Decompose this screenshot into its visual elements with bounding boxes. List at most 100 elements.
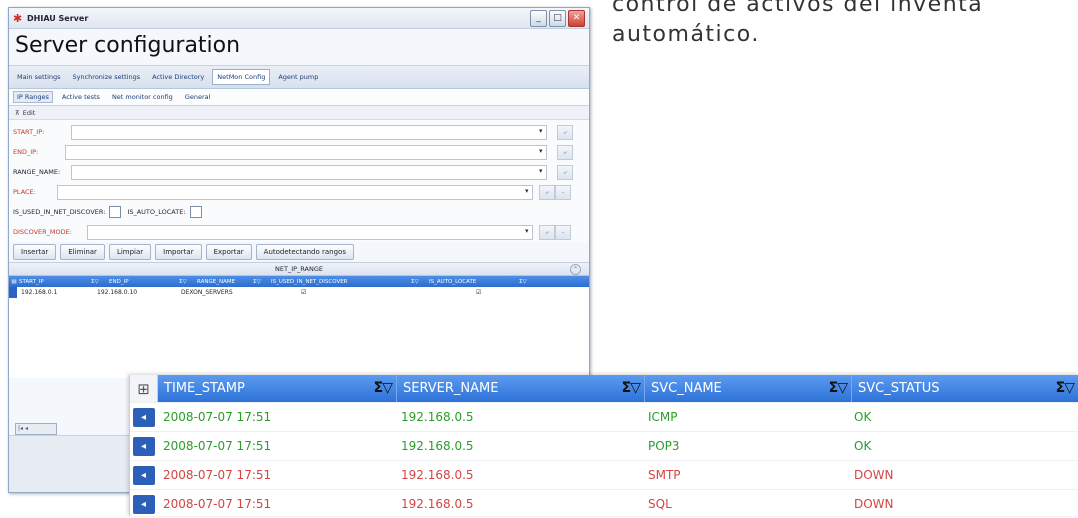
close-button[interactable]: ✕ [568, 10, 585, 27]
lookup-icon[interactable]: ⤶ [539, 185, 555, 200]
range-name-input[interactable] [71, 165, 547, 180]
is-used-checkbox[interactable] [109, 206, 122, 218]
table-row[interactable]: ◂ 2008-07-07 17:51 192.168.0.5 SQL DOWN [130, 489, 1078, 518]
row-arrow-icon: ◂ [132, 436, 155, 456]
caption: control de activos del inventa automátic… [612, 0, 1078, 50]
col-server-name-label: SERVER_NAME [403, 381, 499, 396]
clear-button[interactable]: Limpiar [108, 244, 152, 260]
col-svc-status[interactable]: SVC_STATUS Σ▽ [852, 375, 1078, 402]
row-marker[interactable]: ◂ [130, 403, 157, 431]
delete-button[interactable]: Eliminar [60, 244, 105, 260]
tab-synchronize-settings[interactable]: Synchronize settings [69, 70, 145, 84]
start-ip-input[interactable] [71, 125, 547, 140]
row-arrow-icon: ◂ [132, 465, 155, 485]
title-bar[interactable]: ✱ DHIAU Server _ □ ✕ [9, 8, 589, 29]
row-marker[interactable]: ◂ [130, 432, 157, 460]
cell-svc-status: OK [854, 439, 872, 453]
row-marker[interactable]: ◂ [130, 490, 157, 518]
tab-ip-ranges[interactable]: IP Ranges [13, 91, 53, 103]
is-auto-label: IS_AUTO_LOCATE: [127, 208, 186, 216]
place-input[interactable] [57, 185, 533, 200]
edit-bar[interactable]: ⊼ Edit [9, 106, 589, 120]
chevron-down-icon[interactable]: ▾ [539, 127, 543, 135]
range-name-label: RANGE_NAME: [13, 168, 61, 176]
sum-filter-icon[interactable]: Σ▽ [1056, 380, 1075, 396]
lookup-icon[interactable]: ⤶ [557, 165, 573, 180]
col-svc-status-label: SVC_STATUS [858, 381, 940, 396]
sum-filter-icon[interactable]: Σ▽ [91, 279, 109, 285]
discover-mode-input[interactable] [87, 225, 533, 240]
chevron-down-icon[interactable]: ▾ [539, 147, 543, 155]
cell-end-ip: 192.168.0.10 [97, 289, 138, 296]
chevron-down-icon[interactable]: ▾ [539, 167, 543, 175]
col-is-used[interactable]: IS_USED_IN_NET_DISCOVER [271, 279, 411, 285]
sum-filter-icon[interactable]: Σ▽ [829, 380, 848, 396]
action-buttons: Insertar Eliminar Limpiar Importar Expor… [9, 242, 589, 263]
col-range-name[interactable]: RANGE_NAME [197, 279, 253, 285]
col-server-name[interactable]: SERVER_NAME Σ▽ [397, 375, 645, 402]
tab-active-directory[interactable]: Active Directory [148, 70, 208, 84]
is-auto-checkbox[interactable] [189, 206, 202, 218]
col-svc-name[interactable]: SVC_NAME Σ▽ [645, 375, 852, 402]
export-button[interactable]: Exportar [205, 244, 252, 260]
grid-settings-icon[interactable]: ⊞ [130, 375, 158, 402]
sum-filter-icon[interactable]: Σ▽ [519, 279, 537, 285]
tab-agent-pump[interactable]: Agent pump [274, 70, 322, 84]
cell-svc-name: POP3 [648, 439, 680, 453]
edit-label: Edit [22, 108, 36, 117]
sum-filter-icon[interactable]: Σ▽ [374, 380, 393, 396]
row-selector[interactable] [9, 287, 17, 298]
cell-server-name: 192.168.0.5 [401, 468, 474, 482]
col-time-stamp-label: TIME_STAMP [164, 381, 245, 396]
cell-time-stamp: 2008-07-07 17:51 [163, 497, 272, 511]
tab-net-monitor-config[interactable]: Net monitor config [109, 92, 176, 102]
col-is-auto[interactable]: IS_AUTO_LOCATE [429, 279, 519, 285]
collapse-grid-icon[interactable]: ⌃ [570, 264, 581, 275]
clear-icon[interactable]: – [555, 225, 571, 240]
grid-title: NET_IP_RANGE [275, 265, 323, 273]
table-row[interactable]: ◂ 2008-07-07 17:51 192.168.0.5 SMTP DOWN [130, 460, 1078, 489]
sum-filter-icon[interactable]: Σ▽ [622, 380, 641, 396]
cell-time-stamp: 2008-07-07 17:51 [163, 468, 272, 482]
sum-filter-icon[interactable]: Σ▽ [253, 279, 271, 285]
tab-active-tests[interactable]: Active tests [59, 92, 103, 102]
col-end-ip[interactable]: END_IP [109, 279, 179, 285]
maximize-button[interactable]: □ [549, 10, 566, 27]
table-row[interactable]: ◂ 2008-07-07 17:51 192.168.0.5 ICMP OK [130, 402, 1078, 431]
chevron-down-icon[interactable]: ▾ [525, 187, 529, 195]
chevron-down-icon[interactable]: ▾ [525, 227, 529, 235]
page-title: Server configuration [15, 33, 241, 58]
cell-svc-name: ICMP [648, 410, 678, 424]
import-button[interactable]: Importar [155, 244, 202, 260]
lookup-icon[interactable]: ⤶ [557, 125, 573, 140]
discover-mode-row: DISCOVER_MODE: ▾ ⤶ – [9, 222, 589, 242]
cell-is-used[interactable]: ☑ [301, 289, 476, 296]
checkbox-row: IS_USED_IN_NET_DISCOVER: IS_AUTO_LOCATE: [9, 202, 589, 222]
col-start-ip[interactable]: START_IP [19, 279, 91, 285]
sum-filter-icon[interactable]: Σ▽ [411, 279, 429, 285]
end-ip-input[interactable] [65, 145, 547, 160]
lookup-icon[interactable]: ⤶ [557, 145, 573, 160]
table-row[interactable]: 192.168.0.1 192.168.0.10 DEXON_SERVERS ☑… [9, 287, 589, 298]
app-icon: ✱ [13, 11, 23, 25]
insert-button[interactable]: Insertar [13, 244, 57, 260]
pager[interactable]: |◂ ◂ [15, 423, 57, 435]
grid-settings-icon[interactable]: ▤ [9, 279, 19, 285]
tab-main-settings[interactable]: Main settings [13, 70, 65, 84]
clear-icon[interactable]: – [555, 185, 571, 200]
cell-svc-name: SQL [648, 497, 672, 511]
tab-netmon-config[interactable]: NetMon Config [212, 69, 271, 85]
col-time-stamp[interactable]: TIME_STAMP Σ▽ [158, 375, 397, 402]
minimize-button[interactable]: _ [530, 10, 547, 27]
cell-is-auto[interactable]: ☑ [476, 289, 506, 296]
sum-filter-icon[interactable]: Σ▽ [179, 279, 197, 285]
row-marker[interactable]: ◂ [130, 461, 157, 489]
autodetect-ranges-button[interactable]: Autodetectando rangos [255, 244, 354, 260]
start-ip-label: START_IP: [13, 128, 45, 136]
caption-line-1: control de activos del inventa [612, 0, 984, 17]
table-row[interactable]: ◂ 2008-07-07 17:51 192.168.0.5 POP3 OK [130, 431, 1078, 460]
start-ip-row: START_IP: ▾ ⤶ [9, 122, 589, 142]
lookup-icon[interactable]: ⤶ [539, 225, 555, 240]
cell-server-name: 192.168.0.5 [401, 439, 474, 453]
tab-general[interactable]: General [182, 92, 214, 102]
